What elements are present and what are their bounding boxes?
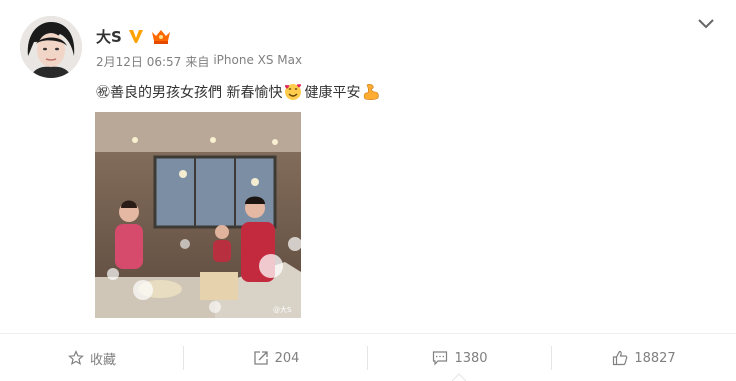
photo-watermark: @大S <box>273 305 292 314</box>
comment-count: 1380 <box>454 350 488 366</box>
like-button[interactable]: 18827 <box>552 334 736 381</box>
comment-caret-icon <box>452 373 466 381</box>
flexed-biceps-icon <box>364 84 380 100</box>
avatar[interactable] <box>20 16 82 78</box>
comment-icon <box>433 351 448 366</box>
like-count: 18827 <box>634 350 676 366</box>
share-arrow-icon <box>253 351 268 365</box>
action-bar: 收藏 204 1380 18827 <box>0 333 736 381</box>
vip-crown-icon[interactable] <box>150 27 172 45</box>
post-source: iPhone XS Max <box>213 53 303 67</box>
repost-count: 204 <box>274 350 300 366</box>
post-text: ㊗善良的男孩女孩們 新春愉快 健康平安 <box>96 82 380 102</box>
username[interactable]: 大S <box>96 26 122 47</box>
post-text-part2: 健康平安 <box>304 85 361 101</box>
weibo-post-card: 大S 2月12日 06:57 来自 iPhone XS Max ㊗善良的男孩女孩… <box>0 0 736 381</box>
star-icon <box>68 350 84 366</box>
source-prefix: 来自 <box>185 55 210 69</box>
post-text-part1: ㊗善良的男孩女孩們 新春愉快 <box>96 85 283 101</box>
favorite-button[interactable]: 收藏 <box>0 334 184 381</box>
verified-badge-icon <box>128 30 143 43</box>
chevron-down-icon[interactable] <box>697 17 715 31</box>
post-date[interactable]: 2月12日 06:57 <box>96 53 181 70</box>
post-photo[interactable]: @大S <box>95 112 301 318</box>
favorite-label: 收藏 <box>89 352 116 368</box>
thumbs-up-icon <box>613 350 628 366</box>
post-meta: 2月12日 06:57 来自 iPhone XS Max <box>96 53 302 70</box>
name-row: 大S <box>96 25 172 47</box>
repost-button[interactable]: 204 <box>184 334 368 381</box>
smiling-face-with-hearts-icon <box>285 84 302 100</box>
